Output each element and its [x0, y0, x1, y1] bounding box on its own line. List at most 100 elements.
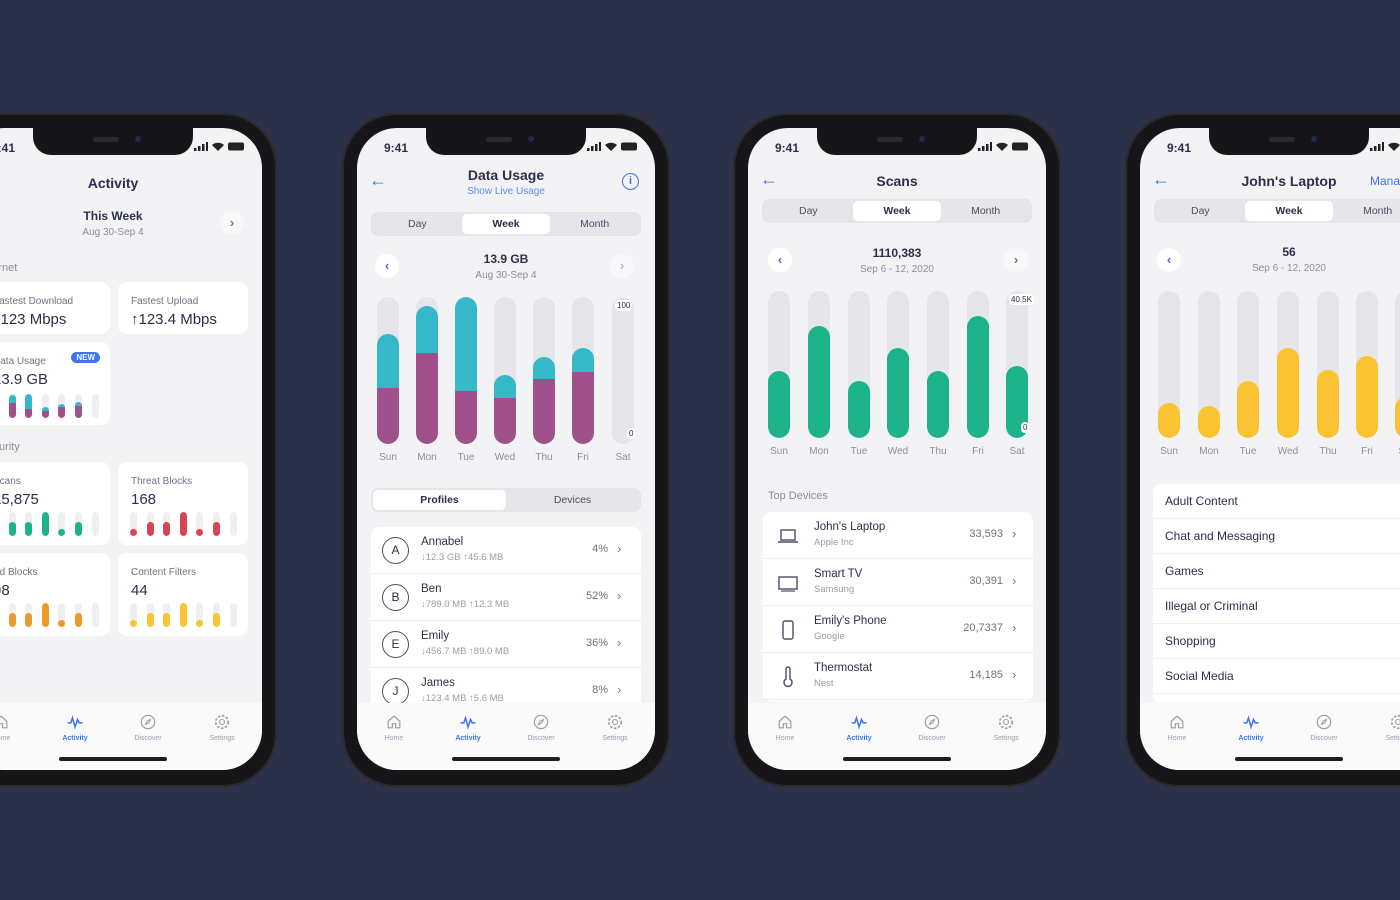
tab-profiles[interactable]: Profiles — [373, 490, 506, 510]
segment-week[interactable]: Week — [1244, 201, 1334, 221]
bar-value — [1277, 348, 1299, 438]
bar-track-wed[interactable] — [887, 291, 909, 438]
device-scan-count: 14,185 — [969, 669, 1003, 681]
activity-icon — [829, 712, 889, 732]
activity-icon — [1221, 712, 1281, 732]
next-week-button[interactable]: › — [1004, 248, 1028, 272]
bar-download — [572, 371, 594, 444]
profile-row[interactable]: E Emily ↓456.7 MB ↑89.0 MB 36% › — [371, 621, 641, 668]
prev-week-button[interactable]: ‹ — [375, 254, 399, 278]
category-row[interactable]: Games — [1153, 554, 1400, 589]
stat-card-scans[interactable]: Scans 15,875 — [0, 462, 110, 545]
tab-home[interactable]: Home — [1147, 709, 1207, 742]
phone-scans: 9:41 ← Scans Day Week Month 1110,383 Sep 6… — [733, 113, 1061, 787]
profile-row[interactable]: A Annabel ↓12.3 GB ↑45.6 MB 4% › — [371, 527, 641, 574]
profiles-devices-toggle[interactable]: Profiles Devices — [371, 488, 641, 512]
bar-track-mon[interactable] — [1198, 291, 1220, 438]
tab-discover[interactable]: Discover — [902, 709, 962, 742]
bar-track-fri[interactable] — [1356, 291, 1378, 438]
device-name: Smart TV — [814, 568, 863, 580]
tab-activity[interactable]: Activity — [438, 709, 498, 742]
tab-settings[interactable]: Settings — [192, 709, 252, 742]
bar-track-fri[interactable] — [572, 297, 594, 444]
segment-month[interactable]: Month — [550, 214, 639, 234]
tab-discover[interactable]: Discover — [1294, 709, 1354, 742]
bar-track-thu[interactable] — [927, 291, 949, 438]
bar-track-thu[interactable] — [1317, 291, 1339, 438]
manage-button[interactable]: Manage — [1370, 174, 1400, 188]
bar-track-wed[interactable] — [494, 297, 516, 444]
next-week-button[interactable]: › — [610, 254, 634, 278]
bar-track-sun[interactable] — [377, 297, 399, 444]
segment-month[interactable]: Month — [941, 201, 1030, 221]
day-label: Sun — [1160, 446, 1178, 457]
next-period-button[interactable]: › — [220, 211, 244, 235]
device-row[interactable]: Emily's Phone Google 20,7337 › — [763, 606, 1033, 653]
prev-week-button[interactable]: ‹ — [768, 248, 792, 272]
segment-day[interactable]: Day — [373, 214, 462, 234]
bar-track-tue[interactable] — [1237, 291, 1259, 438]
stat-card-content-filters[interactable]: Content Filters 44 — [118, 553, 248, 636]
segment-month[interactable]: Month — [1333, 201, 1400, 221]
device-row[interactable]: John's Laptop Apple Inc 33,593 › — [763, 512, 1033, 559]
bar-track-sun[interactable] — [1158, 291, 1180, 438]
stat-card-ad-blocks[interactable]: Ad Blocks 98 — [0, 553, 110, 636]
tab-settings[interactable]: Settings — [976, 709, 1036, 742]
tab-activity[interactable]: Activity — [45, 709, 105, 742]
tab-home[interactable]: Home — [755, 709, 815, 742]
tab-home[interactable]: Home — [364, 709, 424, 742]
category-row[interactable]: Chat and Messaging — [1153, 519, 1400, 554]
info-icon[interactable]: i — [622, 173, 639, 190]
phone-data-usage: 9:41 ← Data Usage Show Live Usage i Day W… — [342, 113, 670, 787]
category-row[interactable]: Illegal or Criminal — [1153, 589, 1400, 624]
tab-devices[interactable]: Devices — [506, 490, 639, 510]
category-row[interactable]: Adult Content — [1153, 484, 1400, 519]
section-internet: Internet — [0, 262, 18, 274]
tab-activity[interactable]: Activity — [829, 709, 889, 742]
device-row[interactable]: Thermostat Nest 14,185 › — [763, 653, 1033, 700]
chevron-right-icon: › — [1012, 667, 1017, 682]
bar-track-mon[interactable] — [808, 291, 830, 438]
bar-track-mon[interactable] — [416, 297, 438, 444]
bar-track-sun[interactable] — [768, 291, 790, 438]
tab-settings[interactable]: Settings — [1368, 709, 1400, 742]
tab-home[interactable]: Home — [0, 709, 31, 742]
bar-track-thu[interactable] — [533, 297, 555, 444]
device-row[interactable]: Smart TV Samsung 30,391 › — [763, 559, 1033, 606]
period-segmented-control[interactable]: Day Week Month — [762, 199, 1032, 223]
bar-track-tue[interactable] — [455, 297, 477, 444]
bar-track-wed[interactable] — [1277, 291, 1299, 438]
mini-bar — [25, 603, 33, 627]
device-scan-count: 20,7337 — [963, 622, 1003, 634]
profile-row[interactable]: B Ben ↓789.0 MB ↑12.3 MB 52% › — [371, 574, 641, 621]
segment-day[interactable]: Day — [1156, 201, 1245, 221]
tab-discover[interactable]: Discover — [511, 709, 571, 742]
profiles-list: A Annabel ↓12.3 GB ↑45.6 MB 4% › B Ben ↓… — [371, 527, 641, 717]
category-row[interactable]: Shopping — [1153, 624, 1400, 659]
axis-min-label: 0 — [1021, 422, 1030, 433]
period-segmented-control[interactable]: Day Week Month — [1154, 199, 1400, 223]
stat-card-fastest-download[interactable]: Fastest Download ↓123 Mbps — [0, 282, 110, 334]
segment-day[interactable]: Day — [764, 201, 853, 221]
category-row[interactable]: Social Media — [1153, 659, 1400, 694]
bar-track-sat[interactable] — [1006, 291, 1028, 438]
bar-upload — [416, 305, 438, 444]
tab-settings[interactable]: Settings — [585, 709, 645, 742]
bar-track-fri[interactable] — [967, 291, 989, 438]
prev-week-button[interactable]: ‹ — [1157, 248, 1181, 272]
bar-track-tue[interactable] — [848, 291, 870, 438]
new-badge: NEW — [71, 352, 100, 363]
segment-week[interactable]: Week — [852, 201, 942, 221]
show-live-usage-link[interactable]: Show Live Usage — [357, 186, 655, 197]
stat-card-fastest-upload[interactable]: Fastest Upload ↑123.4 Mbps — [118, 282, 248, 334]
profile-usage: ↓12.3 GB ↑45.6 MB — [421, 552, 504, 563]
bar-track-sat[interactable] — [1395, 291, 1400, 438]
period-segmented-control[interactable]: Day Week Month — [371, 212, 641, 236]
stat-card-threat-blocks[interactable]: Threat Blocks 168 — [118, 462, 248, 545]
segment-week[interactable]: Week — [461, 214, 551, 234]
bar-track-sat[interactable] — [612, 297, 634, 444]
stat-card-data-usage[interactable]: Data Usage 13.9 GB NEW — [0, 342, 110, 425]
tab-activity[interactable]: Activity — [1221, 709, 1281, 742]
tab-discover[interactable]: Discover — [118, 709, 178, 742]
status-time: 9:41 — [384, 141, 409, 155]
